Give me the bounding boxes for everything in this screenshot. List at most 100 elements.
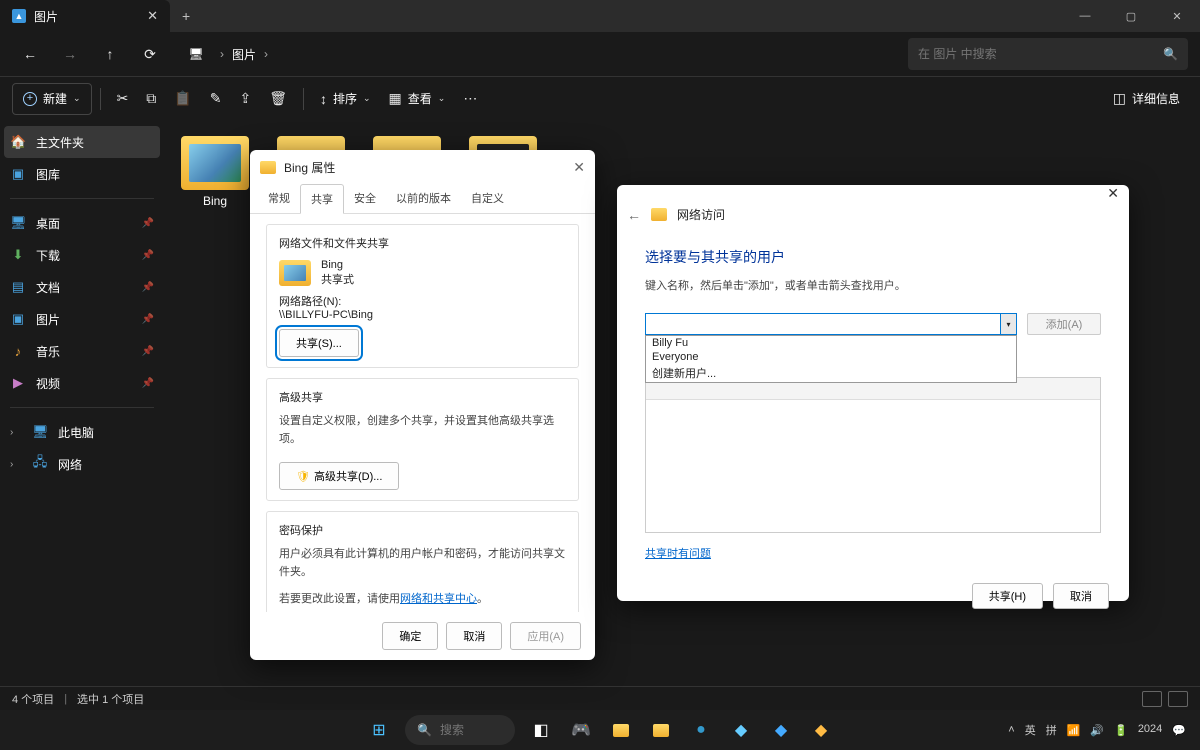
dropdown-item[interactable]: Everyone bbox=[646, 350, 1016, 364]
gallery-icon: ▣ bbox=[10, 166, 26, 182]
details-pane-button[interactable]: ◫ 详细信息 bbox=[1105, 83, 1188, 115]
view-button[interactable]: ▦ 查看 ⌄ bbox=[381, 83, 454, 115]
tab-close-icon[interactable]: ✕ bbox=[147, 8, 158, 24]
volume-icon[interactable]: 🔊 bbox=[1090, 724, 1104, 737]
tray-clock[interactable]: 2024 bbox=[1138, 723, 1162, 736]
folder-bing[interactable]: Bing bbox=[176, 132, 254, 212]
share-button[interactable]: 共享(H) bbox=[972, 583, 1043, 609]
taskbar-explorer-icon[interactable] bbox=[643, 712, 679, 748]
dropdown-button[interactable]: ▾ bbox=[1000, 314, 1016, 334]
sidebar-item-documents[interactable]: ▤文档📌 bbox=[0, 271, 164, 303]
tab-customize[interactable]: 自定义 bbox=[461, 184, 514, 213]
sidebar-item-network[interactable]: ›🖧网络 bbox=[0, 448, 164, 480]
system-tray[interactable]: ˄ 英 拼 📶 🔊 🔋 2024 💬 bbox=[994, 722, 1200, 738]
dialog-titlebar[interactable]: Bing 属性 ✕ bbox=[250, 150, 595, 184]
taskbar-app-icon[interactable]: ◆ bbox=[803, 712, 839, 748]
breadcrumb-item[interactable]: 图片 bbox=[232, 46, 256, 63]
task-view-button[interactable]: ◧ bbox=[523, 712, 559, 748]
ok-button[interactable]: 确定 bbox=[382, 622, 438, 650]
view-tiles-icon[interactable] bbox=[1168, 691, 1188, 707]
nav-back-button[interactable]: ← bbox=[12, 38, 48, 70]
new-label: 新建 bbox=[43, 90, 67, 107]
sidebar-item-desktop[interactable]: 🖥桌面📌 bbox=[0, 207, 164, 239]
user-input[interactable] bbox=[645, 313, 1017, 335]
sidebar-item-videos[interactable]: ▶视频📌 bbox=[0, 367, 164, 399]
window-maximize-button[interactable]: ▢ bbox=[1108, 0, 1154, 32]
dialog-close-button[interactable]: ✕ bbox=[1107, 185, 1119, 202]
tab-previous-versions[interactable]: 以前的版本 bbox=[386, 184, 461, 213]
sidebar-item-label: 主文件夹 bbox=[36, 134, 84, 151]
user-listbox[interactable] bbox=[645, 377, 1101, 533]
sidebar-item-pictures[interactable]: ▣图片📌 bbox=[0, 303, 164, 335]
back-button[interactable]: ← bbox=[627, 207, 641, 223]
wifi-icon[interactable]: 📶 bbox=[1067, 724, 1081, 737]
copy-button[interactable]: ⧉ bbox=[138, 83, 164, 115]
search-input[interactable] bbox=[918, 47, 1155, 61]
navbar: ← → ↑ ⟳ 🖥 › 图片 › 🔍 bbox=[0, 32, 1200, 76]
dropdown-item[interactable]: Billy Fu bbox=[646, 336, 1016, 350]
delete-button[interactable]: 🗑 bbox=[261, 83, 295, 115]
apply-button[interactable]: 应用(A) bbox=[510, 622, 581, 650]
battery-icon[interactable]: 🔋 bbox=[1114, 724, 1128, 737]
section-line2: 若要更改此设置，请使用网络和共享中心。 bbox=[279, 591, 566, 609]
tab-images[interactable]: ▲ 图片 ✕ bbox=[0, 0, 170, 32]
user-combobox[interactable]: ▾ Billy Fu Everyone 创建新用户... bbox=[645, 313, 1017, 335]
share-button[interactable]: 共享(S)... bbox=[279, 329, 359, 357]
chevron-right-icon: › bbox=[220, 47, 224, 61]
paste-button[interactable]: 📋 bbox=[166, 83, 199, 115]
search-box[interactable]: 🔍 bbox=[908, 38, 1188, 70]
nav-forward-button[interactable]: → bbox=[52, 38, 88, 70]
cancel-button[interactable]: 取消 bbox=[1053, 583, 1109, 609]
advanced-sharing-section: 高级共享 设置自定义权限，创建多个共享，并设置其他高级共享选项。 🛡高级共享(D… bbox=[266, 378, 579, 501]
cut-button[interactable]: ✂ bbox=[109, 83, 137, 115]
taskbar-search[interactable]: 🔍 bbox=[405, 715, 515, 745]
taskbar-app-icon[interactable]: 🎮 bbox=[563, 712, 599, 748]
tab-sharing[interactable]: 共享 bbox=[300, 184, 344, 214]
network-access-dialog: ✕ ← 网络访问 选择要与其共享的用户 键入名称，然后单击"添加"，或者单击箭头… bbox=[617, 185, 1129, 601]
sidebar-item-label: 下载 bbox=[36, 247, 60, 264]
start-button[interactable]: ⊞ bbox=[361, 712, 397, 748]
sidebar-item-music[interactable]: ♪音乐📌 bbox=[0, 335, 164, 367]
rename-button[interactable]: ✎ bbox=[202, 83, 230, 115]
sidebar-item-downloads[interactable]: ⬇下载📌 bbox=[0, 239, 164, 271]
cancel-button[interactable]: 取消 bbox=[446, 622, 502, 650]
taskbar-store-icon[interactable]: ◆ bbox=[723, 712, 759, 748]
window-minimize-button[interactable]: — bbox=[1062, 0, 1108, 32]
add-button[interactable]: 添加(A) bbox=[1027, 313, 1101, 335]
dialog-subtext: 键入名称，然后单击"添加"，或者单击箭头查找用户。 bbox=[645, 277, 1101, 293]
nav-up-button[interactable]: ↑ bbox=[92, 38, 128, 70]
taskbar-search-input[interactable] bbox=[440, 723, 500, 737]
dialog-close-button[interactable]: ✕ bbox=[573, 159, 585, 176]
chevron-down-icon: ⌄ bbox=[363, 93, 371, 104]
view-details-icon[interactable] bbox=[1142, 691, 1162, 707]
dropdown-item[interactable]: 创建新用户... bbox=[646, 364, 1016, 382]
share-button[interactable]: ⇪ bbox=[231, 83, 259, 115]
tab-add-button[interactable]: + bbox=[170, 8, 202, 24]
tab-security[interactable]: 安全 bbox=[344, 184, 386, 213]
sort-button[interactable]: ↕ 排序 ⌄ bbox=[312, 83, 379, 115]
tray-ime-lang[interactable]: 英 bbox=[1025, 722, 1036, 738]
advanced-share-button[interactable]: 🛡高级共享(D)... bbox=[279, 462, 399, 490]
more-button[interactable]: ⋯ bbox=[455, 83, 485, 115]
nav-refresh-button[interactable]: ⟳ bbox=[132, 38, 168, 70]
tray-chevron-icon[interactable]: ˄ bbox=[1008, 724, 1014, 736]
tray-ime-mode[interactable]: 拼 bbox=[1046, 722, 1057, 738]
taskbar-app-icon[interactable]: ◆ bbox=[763, 712, 799, 748]
taskbar-explorer-icon[interactable] bbox=[603, 712, 639, 748]
tab-general[interactable]: 常规 bbox=[258, 184, 300, 213]
dialog-tabs: 常规 共享 安全 以前的版本 自定义 bbox=[250, 184, 595, 214]
taskbar-edge-icon[interactable]: ● bbox=[683, 712, 719, 748]
search-icon[interactable]: 🔍 bbox=[1163, 47, 1178, 61]
trouble-link[interactable]: 共享时有问题 bbox=[645, 545, 711, 561]
new-button[interactable]: + 新建 ⌄ bbox=[12, 83, 92, 115]
sidebar-item-gallery[interactable]: ▣ 图库 bbox=[0, 158, 164, 190]
taskbar-center: ⊞ 🔍 ◧ 🎮 ● ◆ ◆ ◆ bbox=[361, 712, 839, 748]
breadcrumb[interactable]: 🖥 › 图片 › bbox=[180, 38, 904, 70]
window-close-button[interactable]: ✕ bbox=[1154, 0, 1200, 32]
pc-icon: 🖥 bbox=[32, 424, 48, 440]
dialog-titlebar[interactable]: ✕ bbox=[617, 185, 1129, 202]
network-center-link[interactable]: 网络和共享中心 bbox=[400, 593, 477, 605]
notification-icon[interactable]: 💬 bbox=[1172, 724, 1186, 737]
sidebar-item-pc[interactable]: ›🖥此电脑 bbox=[0, 416, 164, 448]
sidebar-item-home[interactable]: 🏠 主文件夹 bbox=[4, 126, 160, 158]
